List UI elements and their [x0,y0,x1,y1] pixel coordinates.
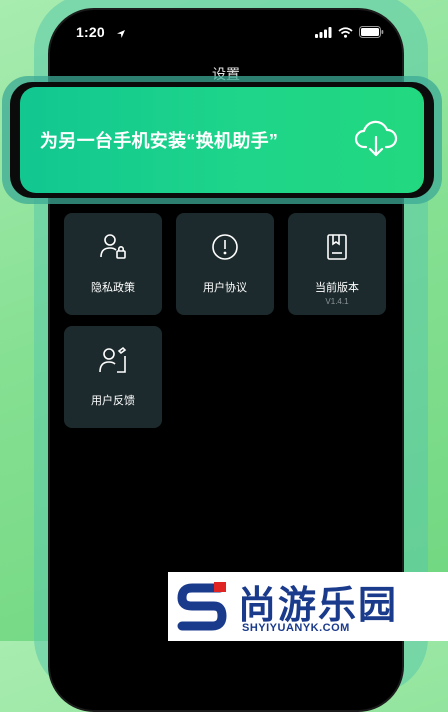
install-on-other-phone-banner[interactable]: 为另一台手机安装“换机助手” [20,87,424,193]
tile-user-feedback[interactable]: 用户反馈 [64,326,162,428]
tile-current-version[interactable]: 当前版本 V1.4.1 [288,213,386,315]
watermark-logo-icon [174,578,232,641]
version-number: V1.4.1 [325,297,349,306]
location-arrow-icon [116,26,126,44]
user-lock-icon [64,231,162,263]
status-bar: 1:20 [50,10,402,54]
wifi-icon [338,25,353,43]
info-circle-icon [176,231,274,263]
status-icons [315,25,384,43]
tile-label: 用户反馈 [91,395,135,407]
site-watermark: 尚游乐园 SHYIYUANYK.COM [168,572,448,641]
book-icon [288,231,386,263]
tile-label: 当前版本 [315,282,359,294]
banner-text: 为另一台手机安装“换机助手” [40,131,279,151]
status-time: 1:20 [76,24,105,40]
tile-label: 用户协议 [203,282,247,294]
cloud-download-icon [354,119,398,164]
tile-privacy-policy[interactable]: 隐私政策 [64,213,162,315]
tile-user-agreement[interactable]: 用户协议 [176,213,274,315]
watermark-url: SHYIYUANYK.COM [242,622,350,634]
tile-label: 隐私政策 [91,282,135,294]
watermark-name: 尚游乐园 [238,585,399,627]
signal-icon [315,25,332,43]
battery-icon [359,25,384,43]
feedback-person-icon [64,344,162,376]
